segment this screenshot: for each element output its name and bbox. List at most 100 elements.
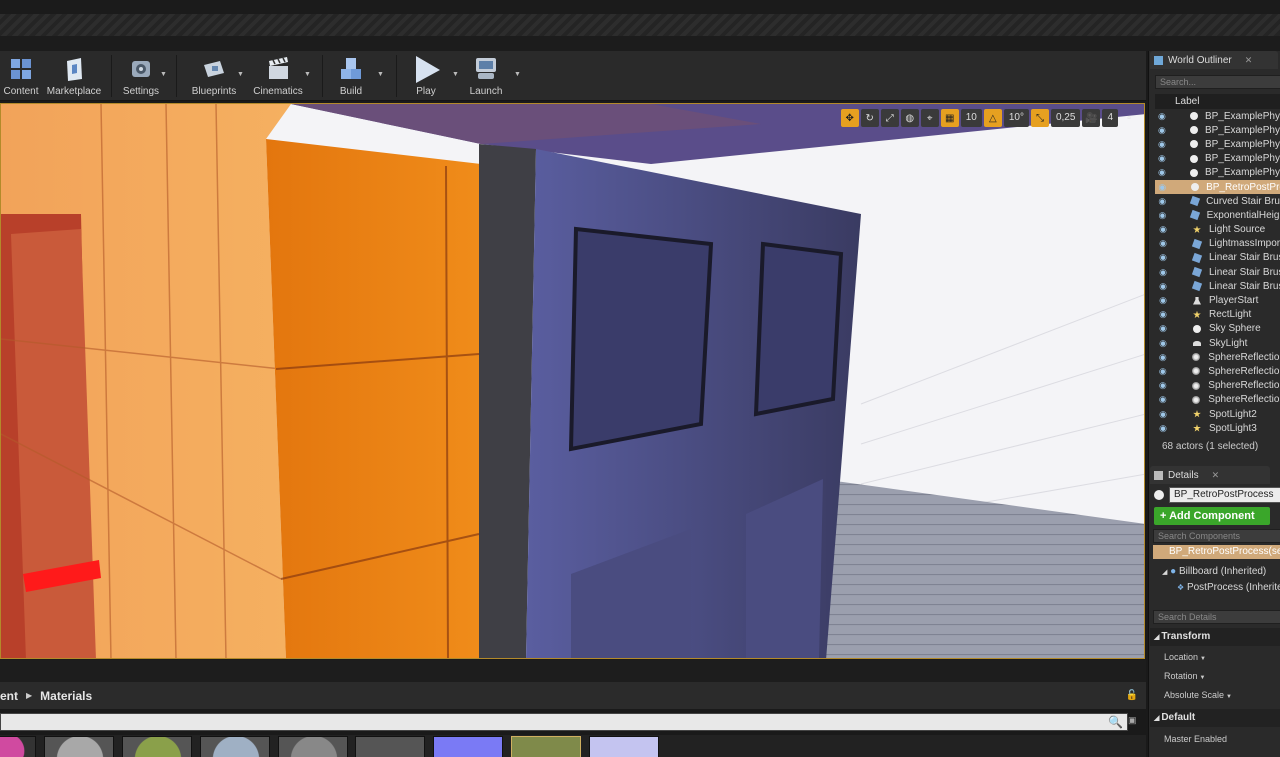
filter-options-icon[interactable]: ▣ (1128, 715, 1137, 726)
asset-thumbnail[interactable] (122, 736, 192, 757)
asset-thumbnail[interactable] (433, 736, 503, 757)
component-row-self[interactable]: BP_RetroPostProcess(self) (1153, 545, 1280, 559)
outliner-row[interactable]: ◉ BP_ExamplePhys (1155, 166, 1280, 180)
marketplace-button[interactable]: Marketplace (44, 51, 104, 101)
asset-thumbnail[interactable] (511, 736, 581, 757)
asset-thumbnail[interactable] (355, 736, 425, 757)
breadcrumb-parent[interactable]: ent (0, 689, 18, 703)
content-search-input[interactable]: 🔍 (0, 713, 1128, 731)
play-dropdown-arrow[interactable]: ▼ (452, 71, 459, 78)
visibility-eye-icon[interactable]: ◉ (1155, 409, 1171, 420)
breadcrumb-current[interactable]: Materials (40, 689, 92, 703)
blueprints-dropdown-arrow[interactable]: ▼ (237, 71, 244, 78)
outliner-row[interactable]: ◉ Curved Stair Brus (1155, 194, 1280, 208)
cinematics-button[interactable]: Cinematics (252, 51, 304, 101)
outliner-row[interactable]: ◉ Sky Sphere (1155, 322, 1280, 336)
level-viewport[interactable]: ✥ ↻ ⤢ ◍ ⌖ ▦ 10 △ 10° ⤡ 0,25 🎥 4 ▫ (0, 103, 1145, 659)
visibility-eye-icon[interactable]: ◉ (1155, 111, 1169, 122)
chevron-down-icon[interactable]: ▼ (1226, 694, 1232, 700)
visibility-eye-icon[interactable]: ◉ (1155, 182, 1170, 193)
outliner-row[interactable]: ◉ ExponentialHeigh (1155, 208, 1280, 222)
content-button[interactable]: Content (0, 51, 42, 101)
asset-thumbnail[interactable] (44, 736, 114, 757)
visibility-eye-icon[interactable]: ◉ (1155, 295, 1171, 306)
add-component-button[interactable]: + Add Component (1154, 507, 1270, 525)
outliner-row[interactable]: ◉ Linear Stair Brus (1155, 265, 1280, 279)
visibility-eye-icon[interactable]: ◉ (1155, 338, 1171, 349)
rotation-snap-icon[interactable]: △ (983, 109, 1002, 127)
visibility-eye-icon[interactable]: ◉ (1155, 323, 1171, 334)
outliner-row[interactable]: ◉ SphereReflection (1155, 393, 1280, 407)
outliner-column-label[interactable]: Label (1155, 94, 1280, 109)
asset-thumbnail[interactable] (0, 736, 36, 757)
outliner-row[interactable]: ◉ BP_ExamplePhys (1155, 152, 1280, 166)
outliner-row[interactable]: ◉ BP_ExamplePhys (1155, 109, 1280, 123)
outliner-row[interactable]: ◉ SpotLight3 (1155, 421, 1280, 435)
expand-arrow-icon[interactable]: ◢ (1162, 569, 1167, 576)
visibility-eye-icon[interactable]: ◉ (1155, 394, 1171, 405)
outliner-row[interactable]: ◉ BP_ExamplePhys (1155, 137, 1280, 151)
outliner-row[interactable]: ◉ Linear Stair Brus (1155, 279, 1280, 293)
search-details-input[interactable]: Search Details (1153, 610, 1280, 624)
outliner-row[interactable]: ◉ RectLight (1155, 308, 1280, 322)
component-row-postprocess[interactable]: ❖ PostProcess (Inherite (1177, 582, 1280, 593)
visibility-eye-icon[interactable]: ◉ (1155, 153, 1169, 164)
outliner-row[interactable]: ◉ Light Source (1155, 223, 1280, 237)
camera-speed-value[interactable]: 4 (1102, 109, 1118, 127)
scale-snap-icon[interactable]: ⤡ (1030, 109, 1049, 127)
visibility-eye-icon[interactable]: ◉ (1155, 366, 1171, 377)
visibility-eye-icon[interactable]: ◉ (1155, 267, 1171, 278)
close-icon[interactable]: ✕ (1245, 55, 1253, 66)
outliner-row[interactable]: ◉ SpotLight2 (1155, 407, 1280, 421)
visibility-eye-icon[interactable]: ◉ (1155, 281, 1171, 292)
visibility-eye-icon[interactable]: ◉ (1155, 139, 1169, 150)
blueprints-button[interactable]: Blueprints (188, 51, 240, 101)
visibility-eye-icon[interactable]: ◉ (1155, 167, 1169, 178)
scale-snap-value[interactable]: 0,25 (1050, 109, 1081, 127)
grid-snap-icon[interactable]: ▦ (940, 109, 959, 127)
settings-dropdown-arrow[interactable]: ▼ (160, 71, 167, 78)
breadcrumb-arrow-icon[interactable]: ▶ (26, 691, 32, 700)
outliner-search-input[interactable]: Search... (1155, 75, 1280, 89)
visibility-eye-icon[interactable]: ◉ (1155, 224, 1171, 235)
visibility-eye-icon[interactable]: ◉ (1155, 380, 1171, 391)
visibility-eye-icon[interactable]: ◉ (1155, 210, 1170, 221)
visibility-eye-icon[interactable]: ◉ (1155, 423, 1171, 434)
outliner-row[interactable]: ◉ BP_RetroPostPro (1155, 179, 1280, 195)
actor-name-field[interactable]: BP_RetroPostProcess (1169, 487, 1280, 503)
details-tab[interactable]: Details ✕ (1150, 466, 1270, 484)
absolute-scale-property[interactable]: Absolute Scale ▼ (1164, 690, 1232, 700)
rotation-snap-value[interactable]: 10° (1003, 109, 1029, 127)
visibility-eye-icon[interactable]: ◉ (1155, 309, 1171, 320)
visibility-eye-icon[interactable]: ◉ (1155, 238, 1171, 249)
build-dropdown-arrow[interactable]: ▼ (377, 71, 384, 78)
visibility-eye-icon[interactable]: ◉ (1155, 125, 1169, 136)
outliner-row[interactable]: ◉ LightmassImport (1155, 237, 1280, 251)
surface-snap-icon[interactable]: ⌖ (920, 109, 939, 127)
outliner-row[interactable]: ◉ BP_ExamplePhys (1155, 123, 1280, 137)
outliner-row[interactable]: ◉ SphereReflection (1155, 364, 1280, 378)
world-local-icon[interactable]: ◍ (900, 109, 919, 127)
component-row-billboard[interactable]: ◢ ● Billboard (Inherited) (1162, 566, 1266, 577)
lock-icon[interactable]: 🔓 (1126, 690, 1138, 701)
outliner-row[interactable]: ◉ SphereReflection (1155, 379, 1280, 393)
build-button[interactable]: Build (330, 51, 372, 101)
outliner-row[interactable]: ◉ SphereReflection (1155, 350, 1280, 364)
chevron-down-icon[interactable]: ▼ (1200, 675, 1206, 681)
settings-button[interactable]: Settings (118, 51, 164, 101)
grid-snap-value[interactable]: 10 (960, 109, 982, 127)
world-outliner-tab[interactable]: World Outliner ✕ (1150, 51, 1278, 69)
close-icon[interactable]: ✕ (1212, 470, 1220, 481)
launch-dropdown-arrow[interactable]: ▼ (514, 71, 521, 78)
default-section-header[interactable]: ◢ Default (1150, 709, 1280, 727)
rotation-property[interactable]: Rotation ▼ (1164, 671, 1205, 681)
outliner-row[interactable]: ◉ PlayerStart (1155, 293, 1280, 307)
outliner-row[interactable]: ◉ SkyLight (1155, 336, 1280, 350)
transform-section-header[interactable]: ◢ Transform (1150, 628, 1280, 646)
asset-thumbnail[interactable] (589, 736, 659, 757)
visibility-eye-icon[interactable]: ◉ (1155, 352, 1171, 363)
visibility-eye-icon[interactable]: ◉ (1155, 196, 1170, 207)
translate-icon[interactable]: ✥ (840, 109, 859, 127)
camera-speed-icon[interactable]: 🎥 (1082, 109, 1101, 127)
rotate-icon[interactable]: ↻ (860, 109, 879, 127)
